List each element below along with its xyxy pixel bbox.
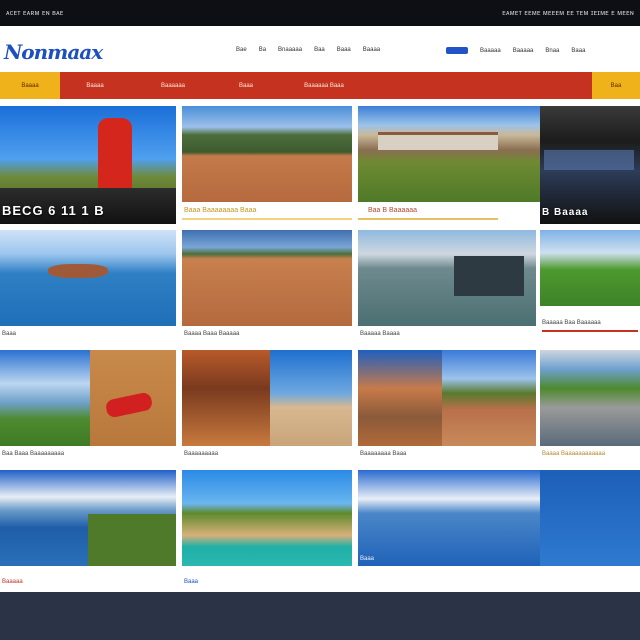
main-nav: Baaaa Baaaa Baaaaaa Baaa Baaaaaa Baaa Ba… xyxy=(0,72,640,99)
nav-tab[interactable] xyxy=(492,72,592,99)
photo-card[interactable]: Baa B Baaaaaa xyxy=(358,106,540,224)
photo-card[interactable]: Baaaaa Baa Baaaaaa xyxy=(540,230,640,342)
card-caption: Baaa xyxy=(2,331,17,337)
photo-card[interactable]: BECG 6 11 1 B xyxy=(0,106,176,224)
nav-tab[interactable]: Baaa xyxy=(216,72,276,99)
header-link[interactable]: Bae xyxy=(236,47,247,53)
card-caption: Baaaaa xyxy=(2,579,23,585)
photo-card[interactable]: Baaaa Baaaaaaaaaaaa xyxy=(540,350,640,462)
card-caption: Baaaaa Baaaa xyxy=(360,331,400,337)
header-right-link[interactable]: Baaaaa xyxy=(513,48,534,54)
header-link[interactable]: Bnaaaaa xyxy=(278,47,302,53)
photo-card[interactable]: Baaa xyxy=(0,230,176,342)
card-caption: Baaaa Baaa Baaaaa xyxy=(184,331,240,337)
header-right-links: Baaaaa Baaaaa Bnaa Baaa xyxy=(446,47,585,54)
header-link[interactable]: Baa xyxy=(314,47,325,53)
photo-stadium xyxy=(540,350,640,446)
card-caption: Baaa xyxy=(360,556,375,562)
photo-ruins xyxy=(358,350,442,446)
header-links: Bae Ba Bnaaaaa Baa Baaa Baaaa xyxy=(236,47,380,53)
photo-card[interactable]: Baaaaa xyxy=(0,470,176,590)
card-caption: Baa Baaa Baaaaaaaaa xyxy=(2,451,65,457)
header-right-link[interactable]: Bnaa xyxy=(545,48,559,54)
nav-tab-home[interactable]: Baaaa xyxy=(0,72,60,99)
nav-tab[interactable]: Baaaaaa Baaa xyxy=(276,72,372,99)
photo-sea xyxy=(540,470,640,566)
card-divider xyxy=(182,218,352,220)
page-footer xyxy=(0,592,640,640)
photo-building xyxy=(358,106,540,202)
card-overlay-title: B Baaaa xyxy=(542,207,589,218)
nav-tab[interactable] xyxy=(372,72,432,99)
photo-pier xyxy=(358,230,536,326)
header-link[interactable]: Baaa xyxy=(337,47,351,53)
nav-tab[interactable]: Baaaaaa xyxy=(130,72,216,99)
header-right-link[interactable]: Baaa xyxy=(571,48,585,54)
photo-desert-dunes xyxy=(182,230,352,326)
nav-tab-right[interactable]: Baa xyxy=(592,72,640,99)
photo-green-hill xyxy=(540,230,640,306)
photo-dunes xyxy=(182,106,352,202)
top-bar: ᴀᴄᴇᴛ ᴇᴀʀᴍ ᴇɴ ʙᴀᴇ ᴇᴀᴍᴇᴛ ᴇᴇᴍᴇ ᴍᴇᴇᴇᴍ ᴇᴇ ᴛᴇᴍ… xyxy=(0,0,640,26)
card-overlay-title: BECG 6 11 1 B xyxy=(2,203,105,218)
card-caption: Baaaaaaaa Baaa xyxy=(360,451,407,457)
photo-card[interactable]: Baaaa Baaa Baaaaa xyxy=(182,230,352,342)
photo-sand-object xyxy=(90,350,176,446)
card-label: Baaa Baaaaaaaa Baaa xyxy=(184,207,257,214)
photo-card[interactable]: Baaa xyxy=(358,470,640,590)
photo-card[interactable]: Baaa Baaaaaaaa Baaa xyxy=(182,106,352,224)
top-bar-left-text: ᴀᴄᴇᴛ ᴇᴀʀᴍ ᴇɴ ʙᴀᴇ xyxy=(6,9,64,17)
photo-card[interactable]: Baaaaaaaaa xyxy=(182,350,352,462)
photo-beach-cove xyxy=(182,470,352,566)
nav-tab[interactable] xyxy=(432,72,492,99)
photo-card[interactable]: Baaaaa Baaaa xyxy=(358,230,536,342)
photo-canyon xyxy=(442,350,536,446)
card-caption: Baaaaa Baa Baaaaaa xyxy=(542,320,601,326)
photo-interior xyxy=(182,350,270,446)
photo-card[interactable]: Baaaaaaaa Baaa xyxy=(358,350,536,462)
site-logo[interactable]: Nonmaax xyxy=(4,40,103,64)
page: Nonmaax Bae Ba Bnaaaaa Baa Baaa Baaaa Ba… xyxy=(0,26,640,592)
card-caption: Baaaaaaaaa xyxy=(184,451,219,457)
header-right-link[interactable]: Baaaaa xyxy=(480,48,501,54)
nav-tab[interactable]: Baaaa xyxy=(60,72,130,99)
card-divider xyxy=(542,330,638,332)
photo-lake-island xyxy=(0,230,176,326)
photo-bay xyxy=(0,470,176,566)
site-header: Nonmaax Bae Ba Bnaaaaa Baa Baaa Baaaa Ba… xyxy=(0,26,640,72)
photo-beach-walk xyxy=(270,350,352,446)
photo-bridge xyxy=(358,470,540,566)
photo-card[interactable]: Baa Baaa Baaaaaaaaa xyxy=(0,350,176,462)
top-bar-right-text: ᴇᴀᴍᴇᴛ ᴇᴇᴍᴇ ᴍᴇᴇᴇᴍ ᴇᴇ ᴛᴇᴍ ɪᴇɪᴍᴇ ᴇ ᴍᴇᴇɴ xyxy=(502,9,634,17)
flag-icon[interactable] xyxy=(446,47,468,54)
card-label: Baa B Baaaaaa xyxy=(368,207,418,214)
card-caption: Baaaa Baaaaaaaaaaaa xyxy=(542,451,606,457)
header-link[interactable]: Baaaa xyxy=(363,47,380,53)
photo-coast xyxy=(0,350,90,446)
card-caption: Baaa xyxy=(184,579,199,585)
photo-card[interactable]: B Baaaa xyxy=(540,106,640,224)
card-divider xyxy=(358,218,498,220)
photo-card[interactable]: Baaa xyxy=(182,470,352,590)
header-link[interactable]: Ba xyxy=(259,47,266,53)
